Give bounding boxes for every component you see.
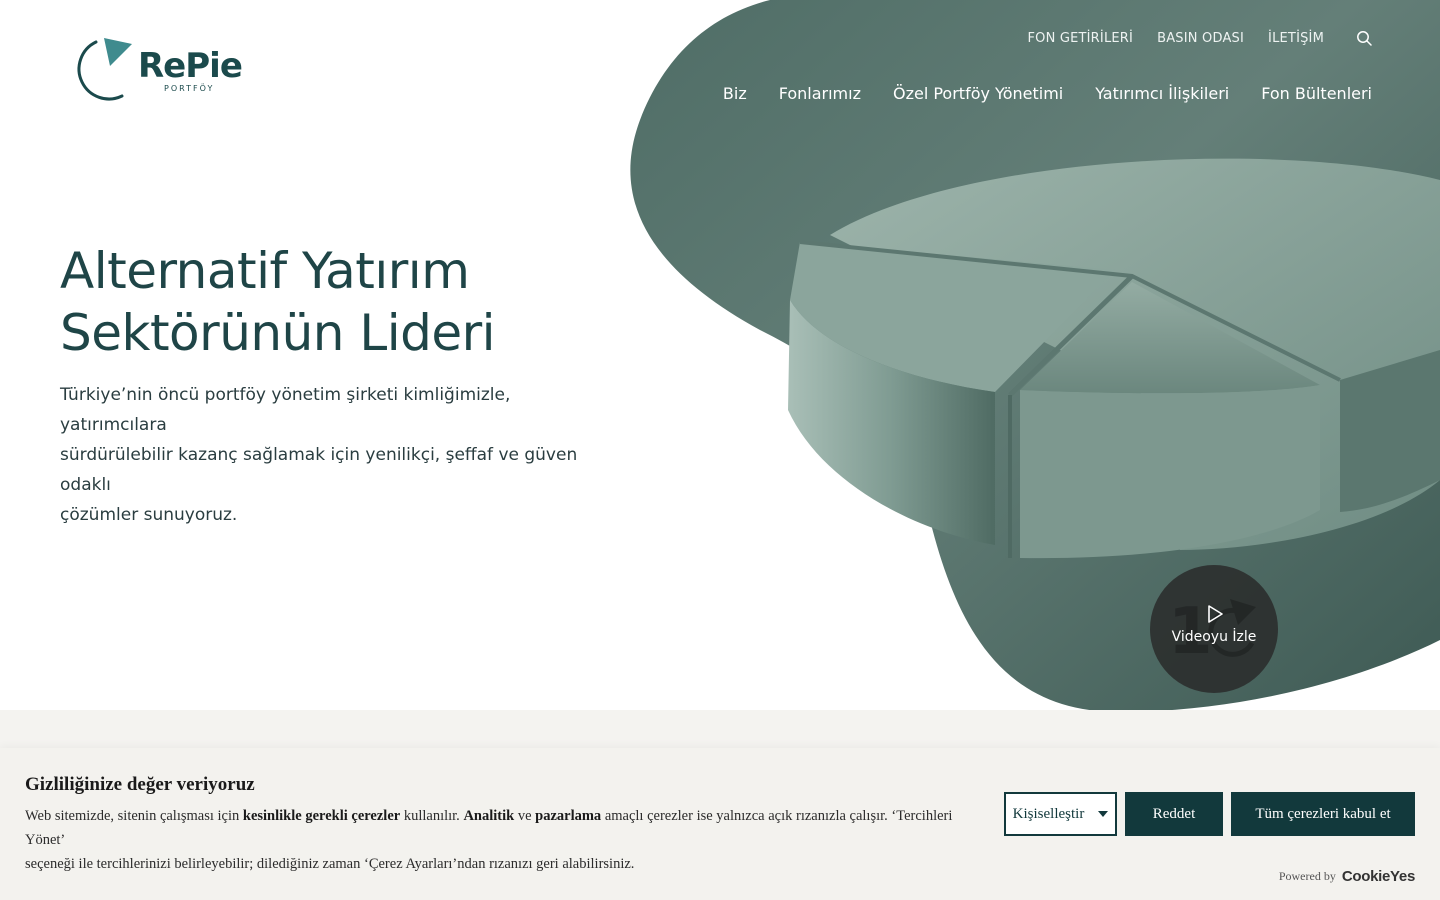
cookie-text-part: ve xyxy=(514,808,536,824)
cookie-text-part: Web sitemizde, sitenin çalışması için xyxy=(25,808,243,824)
powered-by: Powered by CookieYes xyxy=(1279,868,1415,885)
cookie-description: Web sitemizde, sitenin çalışması için ke… xyxy=(25,804,975,876)
logo-subtitle: PORTFÖY xyxy=(164,84,215,93)
nav-fon-getirileri[interactable]: FON GETİRİLERİ xyxy=(1027,31,1133,46)
cookie-text-part: kullanılır. xyxy=(400,808,464,824)
cookie-text-bold: pazarlama xyxy=(535,808,602,824)
utility-nav: FON GETİRİLERİ BASIN ODASI İLETİŞİM xyxy=(1027,30,1372,46)
caret-down-icon xyxy=(1098,811,1109,817)
reject-button[interactable]: Reddet xyxy=(1125,792,1223,836)
hero-title-line-1: Alternatif Yatırım xyxy=(60,242,470,300)
cookie-text-part: seçeneği ile tercihlerinizi belirleyebil… xyxy=(25,856,635,872)
logo-wordmark: RePie xyxy=(138,46,243,86)
cookie-text-bold: kesinlikle gerekli çerezler xyxy=(242,808,401,824)
nav-fon-bultenleri[interactable]: Fon Bültenleri xyxy=(1261,84,1372,103)
watch-video-label: Videoyu İzle xyxy=(1171,629,1257,645)
nav-fonlarimiz[interactable]: Fonlarımız xyxy=(779,84,861,103)
hero-desc-line-3: çözümler sunuyoruz. xyxy=(60,505,238,525)
hero-title: Alternatif Yatırım Sektörünün Lideri xyxy=(60,240,620,364)
nav-biz[interactable]: Biz xyxy=(723,84,747,103)
nav-iletisim[interactable]: İLETİŞİM xyxy=(1268,31,1324,46)
hero-title-line-2: Sektörünün Lideri xyxy=(60,304,496,362)
play-icon xyxy=(1208,605,1223,623)
nav-basin-odasi[interactable]: BASIN ODASI xyxy=(1157,31,1244,46)
watch-video-button[interactable]: 1 Videoyu İzle xyxy=(1150,565,1278,693)
customize-label: Kişiselleştir xyxy=(1012,805,1085,822)
cookieyes-logo[interactable]: CookieYes xyxy=(1342,868,1415,885)
nav-yatirimci-iliskileri[interactable]: Yatırımcı İlişkileri xyxy=(1095,84,1229,103)
cookie-text-bold: Analitik xyxy=(463,808,515,824)
hero-desc-line-2: sürdürülebilir kazanç sağlamak için yeni… xyxy=(60,445,578,495)
logo-watermark-icon: 1 xyxy=(1168,595,1256,663)
pie-chart-illustration xyxy=(788,158,1440,559)
accept-all-button[interactable]: Tüm çerezleri kabul et xyxy=(1231,792,1415,836)
cookie-consent-banner: Gizliliğinize değer veriyoruz Web sitemi… xyxy=(0,748,1440,900)
powered-by-label: Powered by xyxy=(1278,869,1336,883)
nav-ozel-portfoy[interactable]: Özel Portföy Yönetimi xyxy=(893,84,1063,103)
cookie-title: Gizliliğinize değer veriyoruz xyxy=(25,774,255,795)
hero-desc-line-1: Türkiye’nin öncü portföy yönetim şirketi… xyxy=(60,385,511,435)
hero-description: Türkiye’nin öncü portföy yönetim şirketi… xyxy=(60,380,620,530)
search-icon[interactable] xyxy=(1356,30,1372,46)
customize-button[interactable]: Kişiselleştir xyxy=(1004,792,1117,836)
main-nav: Biz Fonlarımız Özel Portföy Yönetimi Yat… xyxy=(723,84,1372,103)
